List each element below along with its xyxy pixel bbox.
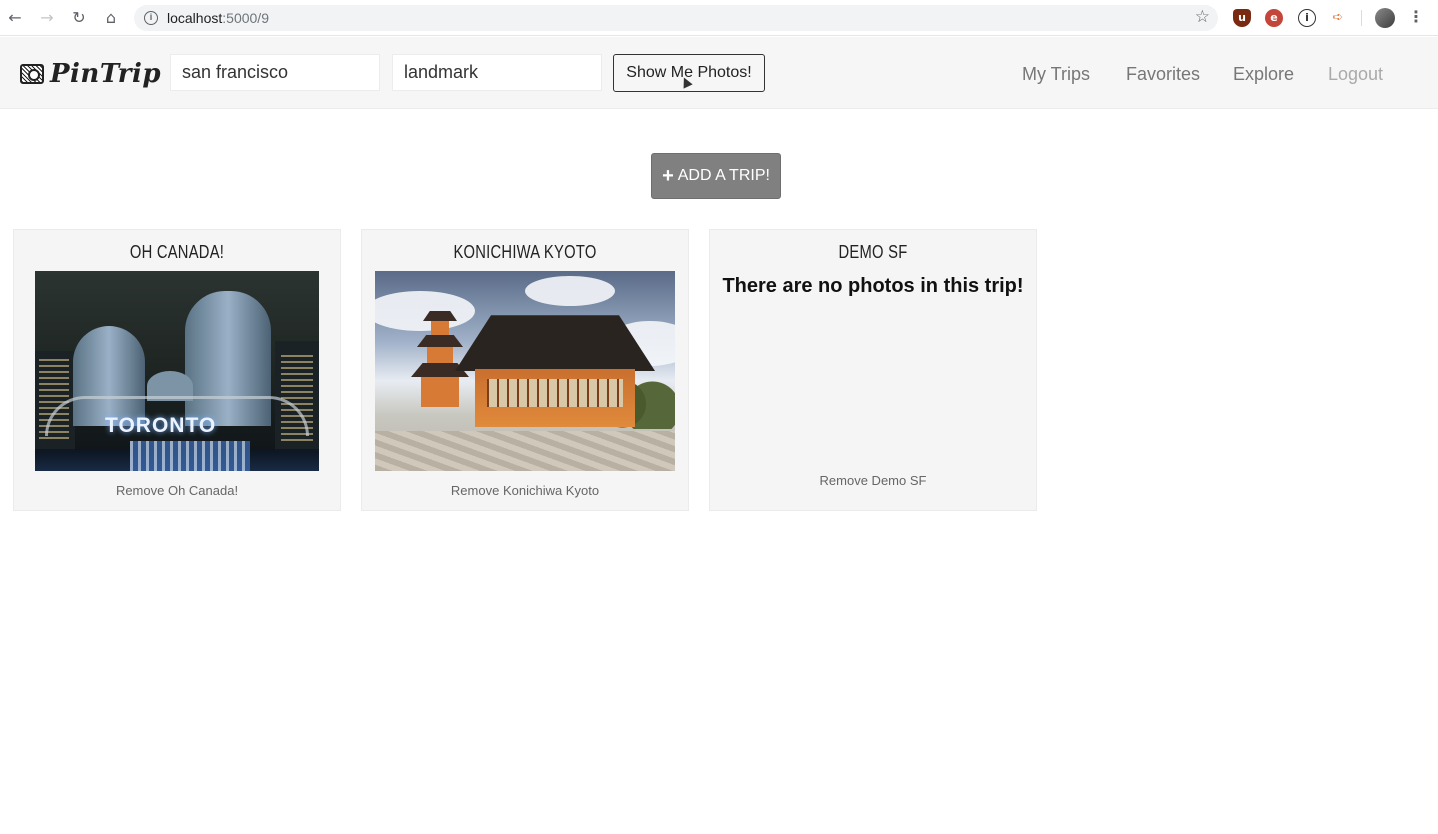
url-path: :5000/9 xyxy=(222,10,269,26)
info-extension-icon[interactable]: i xyxy=(1298,9,1316,27)
camera-icon xyxy=(20,64,44,84)
cloud xyxy=(525,276,615,306)
add-trip-button[interactable]: + ADD A TRIP! xyxy=(651,153,781,199)
show-me-photos-button[interactable]: Show Me Photos! xyxy=(613,54,765,92)
pintrip-logo[interactable]: PinTrip xyxy=(20,57,161,91)
fountain xyxy=(130,441,250,471)
nav-my-trips-link[interactable]: My Trips xyxy=(1022,64,1090,85)
trip-title: OH CANADA! xyxy=(129,242,225,262)
add-trip-label: ADD A TRIP! xyxy=(677,167,770,184)
location-search-input[interactable] xyxy=(170,54,380,91)
pagoda-body xyxy=(427,347,453,363)
logo-text: PinTrip xyxy=(50,59,162,89)
trip-title: KONICHIWA KYOTO xyxy=(453,242,597,262)
nav-logout-link[interactable]: Logout xyxy=(1328,64,1383,85)
browser-toolbar: ← → ↻ ⌂ i localhost:5000/9 ☆ u e i ➪ ⋮ xyxy=(0,0,1438,36)
url-host: localhost xyxy=(167,10,223,26)
remove-trip-link[interactable]: Remove Konichiwa Kyoto xyxy=(362,483,688,498)
temple-lattice xyxy=(487,379,623,407)
url-text: localhost:5000/9 xyxy=(167,10,269,26)
menu-kebab-icon[interactable]: ⋮ xyxy=(1408,7,1424,27)
arrow-extension-icon[interactable]: ➪ xyxy=(1329,9,1347,27)
address-bar[interactable]: i localhost:5000/9 ☆ xyxy=(134,5,1218,31)
home-icon[interactable]: ⌂ xyxy=(101,8,121,28)
reload-icon[interactable]: ↻ xyxy=(69,8,89,28)
trip-photo-kyoto[interactable] xyxy=(375,271,675,471)
back-arrow-icon[interactable]: ← xyxy=(5,8,25,28)
category-search-input[interactable] xyxy=(392,54,602,91)
remove-trip-link[interactable]: Remove Demo SF xyxy=(710,473,1036,488)
red-e-extension-icon[interactable]: e xyxy=(1265,9,1283,27)
toronto-sign: TORONTO xyxy=(105,414,217,437)
toolbar-divider xyxy=(1361,10,1362,26)
pagoda-body xyxy=(421,377,459,407)
stone-plaza xyxy=(375,431,675,471)
nav-favorites-link[interactable]: Favorites xyxy=(1126,64,1200,85)
app-navbar: PinTrip Show Me Photos! My Trips Favorit… xyxy=(0,37,1438,109)
trip-photo-toronto[interactable]: TORONTO xyxy=(35,271,319,471)
trip-card-oh-canada: OH CANADA! TORONTO Remove Oh Canada! xyxy=(13,229,341,511)
pagoda-roof xyxy=(417,335,463,347)
site-info-icon[interactable]: i xyxy=(144,11,158,25)
bookmark-star-icon[interactable]: ☆ xyxy=(1195,7,1210,27)
pagoda-body xyxy=(431,321,449,335)
cloud xyxy=(375,291,475,331)
empty-trip-message: There are no photos in this trip! xyxy=(722,275,1024,297)
profile-avatar[interactable] xyxy=(1375,8,1395,28)
plus-icon: + xyxy=(662,165,674,187)
nav-explore-link[interactable]: Explore xyxy=(1233,64,1294,85)
trip-card-demo-sf: DEMO SF There are no photos in this trip… xyxy=(709,229,1037,511)
forward-arrow-icon[interactable]: → xyxy=(37,8,57,28)
trip-card-konichiwa-kyoto: KONICHIWA KYOTO Remove Konichiwa Kyoto xyxy=(361,229,689,511)
temple-roof xyxy=(455,315,655,371)
ublock-extension-icon[interactable]: u xyxy=(1233,9,1251,27)
trip-title: DEMO SF xyxy=(838,242,908,262)
remove-trip-link[interactable]: Remove Oh Canada! xyxy=(14,483,340,498)
